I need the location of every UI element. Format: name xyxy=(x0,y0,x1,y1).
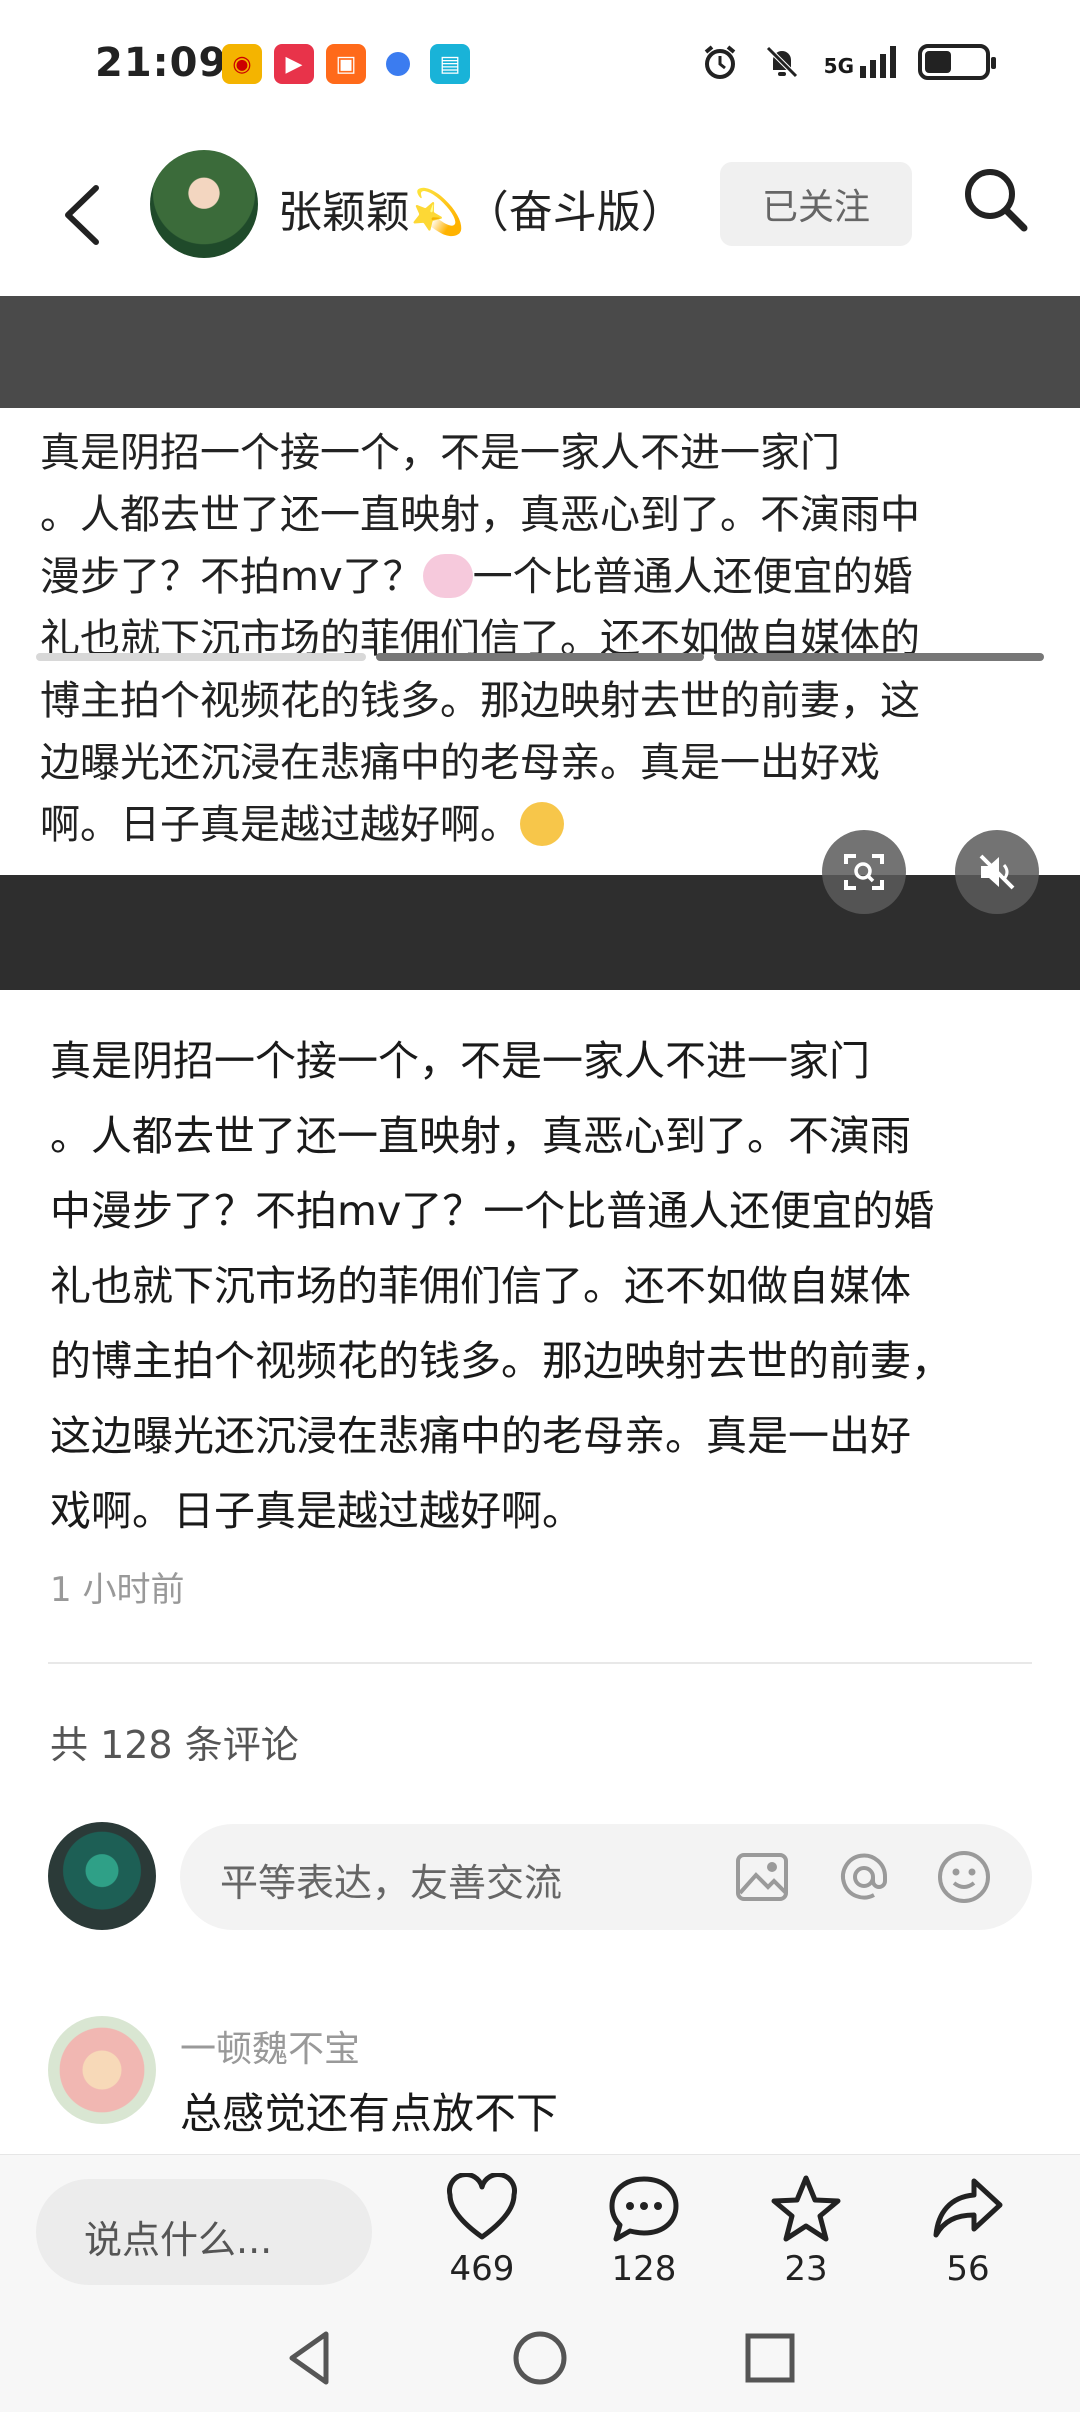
post-header: 张颖颖💫（奋斗版） 已关注 xyxy=(0,140,1080,300)
system-indicators: 5G xyxy=(700,42,996,82)
notification-icons: ◉ ▶ ▣ ▤ xyxy=(222,44,470,84)
media-bottom-band xyxy=(0,875,1080,990)
book-app-icon: ▤ xyxy=(430,44,470,84)
favorite-button[interactable]: 23 xyxy=(746,2173,866,2293)
video-app-icon: ▶ xyxy=(274,44,314,84)
post-line: 礼也就下沉市场的菲佣们信了。还不如做自媒体 xyxy=(50,1262,911,1310)
nav-home-icon[interactable] xyxy=(508,2326,572,2390)
post-line: 的博主拍个视频花的钱多。那边映射去世的前妻， xyxy=(50,1337,952,1385)
emoji-icon[interactable] xyxy=(934,1847,994,1907)
nav-back-icon[interactable] xyxy=(278,2326,342,2390)
commenter-avatar[interactable] xyxy=(48,2016,156,2124)
nav-recents-icon[interactable] xyxy=(738,2326,802,2390)
media-line-with-emoji: 啊。日子真是越过越好啊。 xyxy=(40,794,1050,856)
divider xyxy=(48,1662,1032,1664)
speaker-muted-icon xyxy=(979,854,1015,890)
media-line: 漫步了？不拍mv了？ xyxy=(40,554,423,600)
media-top-band xyxy=(0,296,1080,408)
like-button[interactable]: 469 xyxy=(422,2172,542,2293)
comment-text: 总感觉还有点放不下 xyxy=(180,2089,559,2138)
media-line: 边曝光还沉浸在悲痛中的老母亲。真是一出好戏 xyxy=(40,740,880,786)
commenter-name[interactable]: 一顿魏不宝 xyxy=(180,2020,360,2072)
battery-fill xyxy=(925,51,951,73)
like-count: 469 xyxy=(449,2249,515,2289)
media-line-with-emoji: 漫步了？不拍mv了？ 一个比普通人还便宜的婚 xyxy=(40,546,1050,608)
chevron-left-icon xyxy=(65,185,99,245)
post-line: 戏啊。日子真是越过越好啊。 xyxy=(50,1487,583,1535)
signal-indicator: 5G xyxy=(824,46,896,78)
author-avatar[interactable] xyxy=(150,150,258,258)
my-avatar[interactable] xyxy=(48,1822,156,1930)
comment-bubble-icon xyxy=(609,2176,679,2242)
media-progress-segment-active xyxy=(36,653,366,661)
post-body: 真是阴招一个接一个，不是一家人不进一家门 。人都去世了还一直映射，真恶心到了。不… xyxy=(50,1024,1040,1549)
media-text-image: 真是阴招一个接一个，不是一家人不进一家门 。人都去世了还一直映射，真恶心到了。不… xyxy=(0,408,1080,875)
kuaishou-app-icon: ▣ xyxy=(326,44,366,84)
media-line: 一个比普通人还便宜的婚 xyxy=(472,554,913,600)
bunny-emoji-icon xyxy=(422,554,473,598)
author-name[interactable]: 张颖颖💫（奋斗版） xyxy=(278,176,685,240)
weibo-app-icon: ◉ xyxy=(222,44,262,84)
network-label: 5G xyxy=(823,54,854,78)
post-media-viewer[interactable]: 真是阴招一个接一个，不是一家人不进一家门 。人都去世了还一直映射，真恶心到了。不… xyxy=(0,296,1080,990)
media-line: 。人都去世了还一直映射，真恶心到了。不演雨中 xyxy=(40,492,920,538)
comment-input[interactable]: 平等表达，友善交流 xyxy=(180,1824,1032,1930)
media-line: 真是阴招一个接一个，不是一家人不进一家门 xyxy=(40,430,840,476)
favorite-count: 23 xyxy=(784,2249,828,2289)
dot-icon xyxy=(378,44,418,84)
comment-count: 共 128 条评论 xyxy=(50,1723,299,1767)
post-line: 真是阴招一个接一个，不是一家人不进一家门 xyxy=(50,1037,870,1085)
back-button[interactable] xyxy=(52,170,112,260)
image-icon[interactable] xyxy=(732,1847,792,1907)
say-something-input[interactable]: 说点什么... xyxy=(36,2179,372,2285)
post-line: 中漫步了？不拍mv了？一个比普通人还便宜的婚 xyxy=(50,1187,935,1235)
status-time: 21:09 xyxy=(95,40,228,86)
share-count: 56 xyxy=(946,2249,990,2289)
alarm-icon xyxy=(704,45,735,79)
star-icon xyxy=(771,2175,841,2242)
media-progress-segment xyxy=(376,653,704,661)
blush-emoji-icon xyxy=(520,802,564,846)
comment-input-placeholder: 平等表达，友善交流 xyxy=(220,1861,563,1905)
post-line: 。人都去世了还一直映射，真恶心到了。不演雨 xyxy=(50,1112,911,1160)
share-button[interactable]: 56 xyxy=(908,2173,1028,2293)
share-arrow-icon xyxy=(933,2178,1003,2238)
media-progress-segment xyxy=(714,653,1044,661)
post-detail-page: 21:09 ◉ ▶ ▣ ▤ 5G 张颖颖💫（奋斗版） 已关注 真是阴招一个接一个… xyxy=(0,0,1080,2412)
say-something-placeholder: 说点什么... xyxy=(84,2218,273,2262)
search-icon[interactable] xyxy=(960,164,1032,236)
heart-icon xyxy=(447,2172,517,2240)
battery-icon xyxy=(918,44,996,80)
post-line: 这边曝光还沉浸在悲痛中的老母亲。真是一出好 xyxy=(50,1412,911,1460)
media-line: 啊。日子真是越过越好啊。 xyxy=(40,802,520,848)
follow-button[interactable]: 已关注 xyxy=(720,162,912,246)
mute-icon xyxy=(765,46,798,78)
post-timestamp: 1 小时前 xyxy=(50,1570,185,1610)
mention-icon[interactable] xyxy=(834,1847,894,1907)
comment-count-action: 128 xyxy=(611,2249,677,2289)
media-line: 博主拍个视频花的钱多。那边映射去世的前妻，这 xyxy=(40,678,920,724)
bottom-action-bar: 说点什么... 469 128 23 56 xyxy=(0,2154,1080,2304)
scan-icon xyxy=(844,854,884,890)
comment-button[interactable]: 128 xyxy=(584,2173,704,2293)
system-nav-bar xyxy=(0,2304,1080,2412)
mute-video-button[interactable] xyxy=(955,830,1039,914)
status-bar: 21:09 ◉ ▶ ▣ ▤ 5G xyxy=(0,0,1080,135)
scan-image-button[interactable] xyxy=(822,830,906,914)
